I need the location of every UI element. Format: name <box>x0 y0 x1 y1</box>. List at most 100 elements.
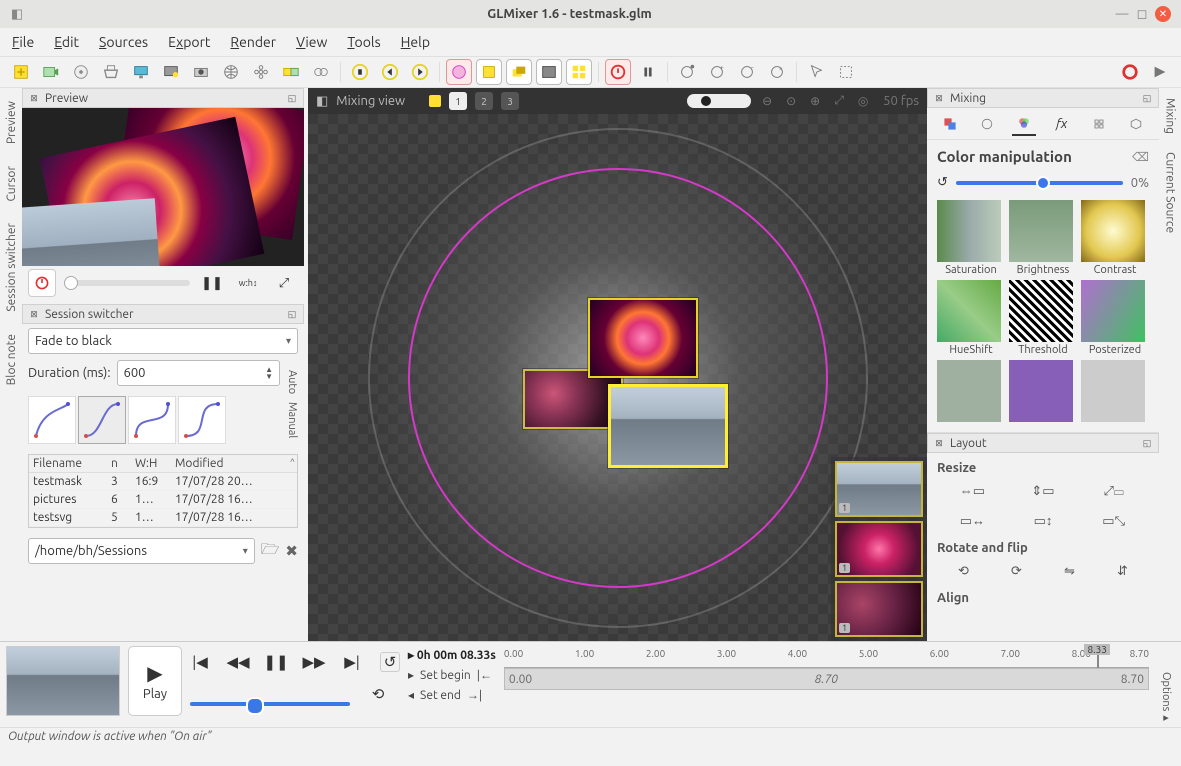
tab-session[interactable]: Session switcher <box>2 214 21 321</box>
snap-del-icon[interactable]: × <box>764 59 790 85</box>
zoom-reset-icon[interactable]: ⊙ <box>783 93 799 109</box>
panel-undock-icon[interactable]: ◱ <box>285 91 299 105</box>
fx-extra-3[interactable] <box>1081 360 1149 424</box>
fx-extra-1[interactable] <box>937 360 1005 424</box>
layout-undock-icon[interactable]: ◱ <box>1140 436 1154 450</box>
select-tool-icon[interactable] <box>833 59 859 85</box>
resize-h2-icon[interactable]: ▭↕ <box>1031 511 1055 531</box>
basket-source-icon[interactable] <box>98 59 124 85</box>
zoom-in-icon[interactable]: ⊕ <box>807 93 823 109</box>
link-source-icon[interactable] <box>308 59 334 85</box>
preset-1[interactable]: 1 <box>449 92 467 110</box>
loop-icon[interactable]: ↺ <box>380 652 400 672</box>
rotate-cw-icon[interactable]: ⟳ <box>1005 561 1029 581</box>
menu-triangle-icon[interactable] <box>1147 59 1173 85</box>
duration-spin[interactable]: 600 ▲▼ <box>117 360 280 386</box>
close-icon[interactable]: ✕ <box>1155 6 1171 22</box>
rendering-view-icon[interactable] <box>536 59 562 85</box>
preview-pause-button[interactable]: ❚❚ <box>198 269 226 297</box>
on-air-icon[interactable] <box>605 59 631 85</box>
menu-export[interactable]: Export <box>168 34 210 50</box>
mode-auto[interactable]: Auto <box>286 366 298 398</box>
cursor-tool-icon[interactable] <box>803 59 829 85</box>
table-row[interactable]: testmask316:917/07/28 20… <box>29 473 297 491</box>
menu-sources[interactable]: Sources <box>99 34 148 50</box>
table-row[interactable]: pictures61…17/07/28 16… <box>29 491 297 509</box>
reset-slider-icon[interactable]: ↺ <box>937 175 948 190</box>
mixing-undock-icon[interactable]: ◱ <box>1140 91 1154 105</box>
tab-preview[interactable]: Preview <box>2 92 21 153</box>
path-select[interactable]: /home/bh/Sessions▾ <box>28 538 255 564</box>
flip-v-icon[interactable]: ⇵ <box>1111 561 1135 581</box>
flower-source-icon[interactable] <box>248 59 274 85</box>
tab-cursor[interactable]: Cursor <box>2 157 21 210</box>
preview-opacity-slider[interactable] <box>64 280 190 286</box>
layer-thumb[interactable]: 1 <box>835 581 923 637</box>
layer-thumb[interactable]: 1 <box>835 461 923 517</box>
tab-options[interactable]: Options ▸ <box>1157 646 1175 724</box>
sync-icon[interactable]: ⟲ <box>368 684 388 704</box>
snap-circle-icon[interactable] <box>674 59 700 85</box>
layer-thumb[interactable]: 1 <box>835 521 923 577</box>
session-close-icon[interactable]: ⊠ <box>27 307 41 321</box>
zoom-out-icon[interactable]: ⊖ <box>759 93 775 109</box>
fx-brightness[interactable]: Brightness <box>1009 200 1077 276</box>
fx-extra-2[interactable] <box>1009 360 1077 424</box>
mix-tab-3d-icon[interactable] <box>1124 112 1148 136</box>
mix-tab-color-icon[interactable] <box>1012 112 1036 136</box>
zoom-lock-icon[interactable]: ◎ <box>855 93 871 109</box>
geometry-view-icon[interactable] <box>476 59 502 85</box>
fx-contrast[interactable]: Contrast <box>1081 200 1149 276</box>
clear-color-icon[interactable]: ⌫ <box>1132 150 1149 164</box>
zoom-fit-icon[interactable]: ⤢ <box>831 93 847 109</box>
source-thumb-3[interactable] <box>608 384 728 468</box>
prev-icon[interactable] <box>377 59 403 85</box>
layout-close-icon[interactable]: ⊠ <box>932 436 946 450</box>
step-fwd-icon[interactable]: ▶▶ <box>304 652 324 672</box>
resize-w-icon[interactable]: ⇔▭ <box>960 481 984 501</box>
fx-hueshift[interactable]: HueShift <box>937 280 1005 356</box>
video-source-icon[interactable] <box>38 59 64 85</box>
clear-path-icon[interactable]: ✖ <box>285 542 298 560</box>
preset-2[interactable]: 2 <box>475 92 493 110</box>
pause-output-icon[interactable] <box>635 59 661 85</box>
set-begin-label[interactable]: Set begin <box>420 669 471 682</box>
rotate-ccw-icon[interactable]: ⟲ <box>952 561 976 581</box>
preset-3[interactable]: 3 <box>501 92 519 110</box>
mixing-canvas[interactable]: 1 1 1 <box>308 114 927 641</box>
mix-tab-plugin-icon[interactable] <box>1087 112 1111 136</box>
tab-mixing[interactable]: Mixing <box>1162 92 1179 140</box>
add-source-icon[interactable] <box>8 59 34 85</box>
menu-view[interactable]: View <box>296 34 327 50</box>
menu-edit[interactable]: Edit <box>54 34 79 50</box>
disc-source-icon[interactable] <box>68 59 94 85</box>
menu-file[interactable]: File <box>12 34 34 50</box>
minimize-icon[interactable]: — <box>1115 7 1129 21</box>
session-undock-icon[interactable]: ◱ <box>285 307 299 321</box>
bg-toggle[interactable] <box>687 94 751 108</box>
preview-power-button[interactable] <box>28 269 56 297</box>
render-source-icon[interactable] <box>158 59 184 85</box>
set-end-label[interactable]: Set end <box>420 689 461 702</box>
maximize-icon[interactable]: ◻ <box>1135 7 1149 21</box>
mix-tab-blend-icon[interactable] <box>938 112 962 136</box>
screen-source-icon[interactable] <box>128 59 154 85</box>
goto-start-icon[interactable]: |◀ <box>190 652 210 672</box>
mix-tab-fx-icon[interactable]: fx <box>1050 112 1074 136</box>
preview-fullscreen-button[interactable]: ⤢ <box>270 269 298 297</box>
tab-current-source[interactable]: Current Source <box>1162 146 1179 239</box>
camera-source-icon[interactable] <box>188 59 214 85</box>
source-thumb-1[interactable] <box>588 298 698 378</box>
menu-tools[interactable]: Tools <box>347 34 380 50</box>
resize-hfit-icon[interactable]: ⇕▭ <box>1031 481 1055 501</box>
curve-selector[interactable] <box>28 392 280 448</box>
seek-slider[interactable] <box>190 702 350 706</box>
play-button[interactable]: ▶ Play <box>128 646 182 716</box>
grid-view-icon[interactable] <box>566 59 592 85</box>
color-amount-slider[interactable] <box>956 181 1123 185</box>
goto-end-icon[interactable]: ▶| <box>342 652 362 672</box>
resize-w2-icon[interactable]: ▭↔ <box>960 511 984 531</box>
layers-view-icon[interactable] <box>506 59 532 85</box>
preview-aspect-button[interactable]: w:h↕ <box>234 269 262 297</box>
set-end-icon[interactable]: →| <box>467 688 482 702</box>
